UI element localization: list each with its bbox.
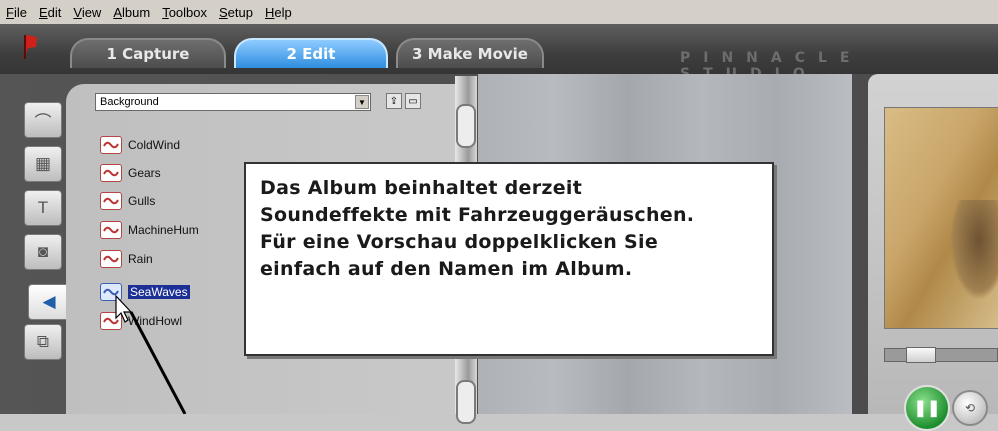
sound-wave-icon bbox=[100, 164, 122, 182]
sound-wave-icon bbox=[100, 192, 122, 210]
folder-icon[interactable]: ▭ bbox=[405, 93, 421, 109]
menu-album[interactable]: Album bbox=[107, 5, 156, 20]
timeline-scrubber[interactable] bbox=[884, 348, 998, 362]
list-item[interactable]: Rain bbox=[100, 248, 153, 270]
album-category-select[interactable]: Background ▼ bbox=[95, 93, 371, 111]
chevron-down-icon[interactable]: ▼ bbox=[355, 95, 369, 109]
sound-effects-icon[interactable]: ◀ bbox=[28, 284, 70, 320]
menu-setup[interactable]: Setup bbox=[213, 5, 259, 20]
menu-help[interactable]: Help bbox=[259, 5, 298, 20]
menu-view[interactable]: View bbox=[67, 5, 107, 20]
callout-line: Soundeffekte mit Fahrzeuggeräuschen. bbox=[260, 204, 695, 226]
sound-wave-icon bbox=[100, 283, 122, 301]
callout-line: Für eine Vorschau doppelklicken Sie bbox=[260, 231, 659, 253]
sound-name: MachineHum bbox=[128, 223, 199, 237]
list-item[interactable]: MachineHum bbox=[100, 219, 199, 241]
list-item-selected[interactable]: SeaWaves bbox=[100, 281, 190, 303]
tab-make-movie[interactable]: 3 Make Movie bbox=[396, 38, 544, 68]
folder-up-icon[interactable]: ⇪ bbox=[386, 93, 402, 109]
sound-wave-icon bbox=[100, 312, 122, 330]
titles-icon[interactable]: T bbox=[24, 190, 62, 226]
menu-edit[interactable]: Edit bbox=[33, 5, 67, 20]
preview-image bbox=[950, 200, 998, 300]
callout-line: Das Album beinhaltet derzeit bbox=[260, 177, 583, 199]
list-item[interactable]: WindHowl bbox=[100, 310, 182, 332]
menu-bar: File Edit View Album Toolbox Setup Help bbox=[0, 0, 998, 25]
menu-file[interactable]: File bbox=[0, 5, 33, 20]
menu-toolbox[interactable]: Toolbox bbox=[156, 5, 213, 20]
pinnacle-logo-icon bbox=[24, 35, 37, 59]
list-item[interactable]: ColdWind bbox=[100, 134, 180, 156]
album-ring bbox=[456, 380, 476, 424]
video-scenes-icon[interactable]: ⌒ bbox=[24, 102, 62, 138]
mode-tab-strip: 1 Capture 2 Edit 3 Make Movie PINNACLE S… bbox=[0, 24, 998, 82]
scrubber-handle[interactable] bbox=[906, 347, 936, 363]
sound-name: Gulls bbox=[128, 194, 156, 208]
list-item[interactable]: Gears bbox=[100, 162, 161, 184]
sound-name: Gears bbox=[128, 166, 161, 180]
tutorial-callout: Das Album beinhaltet derzeit Soundeffekt… bbox=[244, 162, 774, 356]
album-ring bbox=[456, 104, 476, 148]
tab-edit[interactable]: 2 Edit bbox=[234, 38, 388, 68]
sound-name: WindHowl bbox=[128, 314, 183, 328]
sound-name: SeaWaves bbox=[128, 285, 190, 299]
sound-name: ColdWind bbox=[128, 138, 181, 152]
transitions-icon[interactable]: ▦ bbox=[24, 146, 62, 182]
pause-icon[interactable]: ❚❚ bbox=[904, 385, 950, 431]
sound-name: Rain bbox=[128, 252, 153, 266]
sound-wave-icon bbox=[100, 221, 122, 239]
album-category-value: Background bbox=[100, 96, 159, 108]
sound-wave-icon bbox=[100, 250, 122, 268]
callout-line: einfach auf den Namen im Album. bbox=[260, 258, 633, 280]
still-images-icon[interactable]: ◙ bbox=[24, 234, 62, 270]
tab-capture[interactable]: 1 Capture bbox=[70, 38, 226, 68]
loop-icon[interactable]: ⟲ bbox=[952, 390, 988, 426]
list-item[interactable]: Gulls bbox=[100, 190, 155, 212]
menus-icon[interactable]: ⧉ bbox=[24, 324, 62, 360]
sound-wave-icon bbox=[100, 136, 122, 154]
